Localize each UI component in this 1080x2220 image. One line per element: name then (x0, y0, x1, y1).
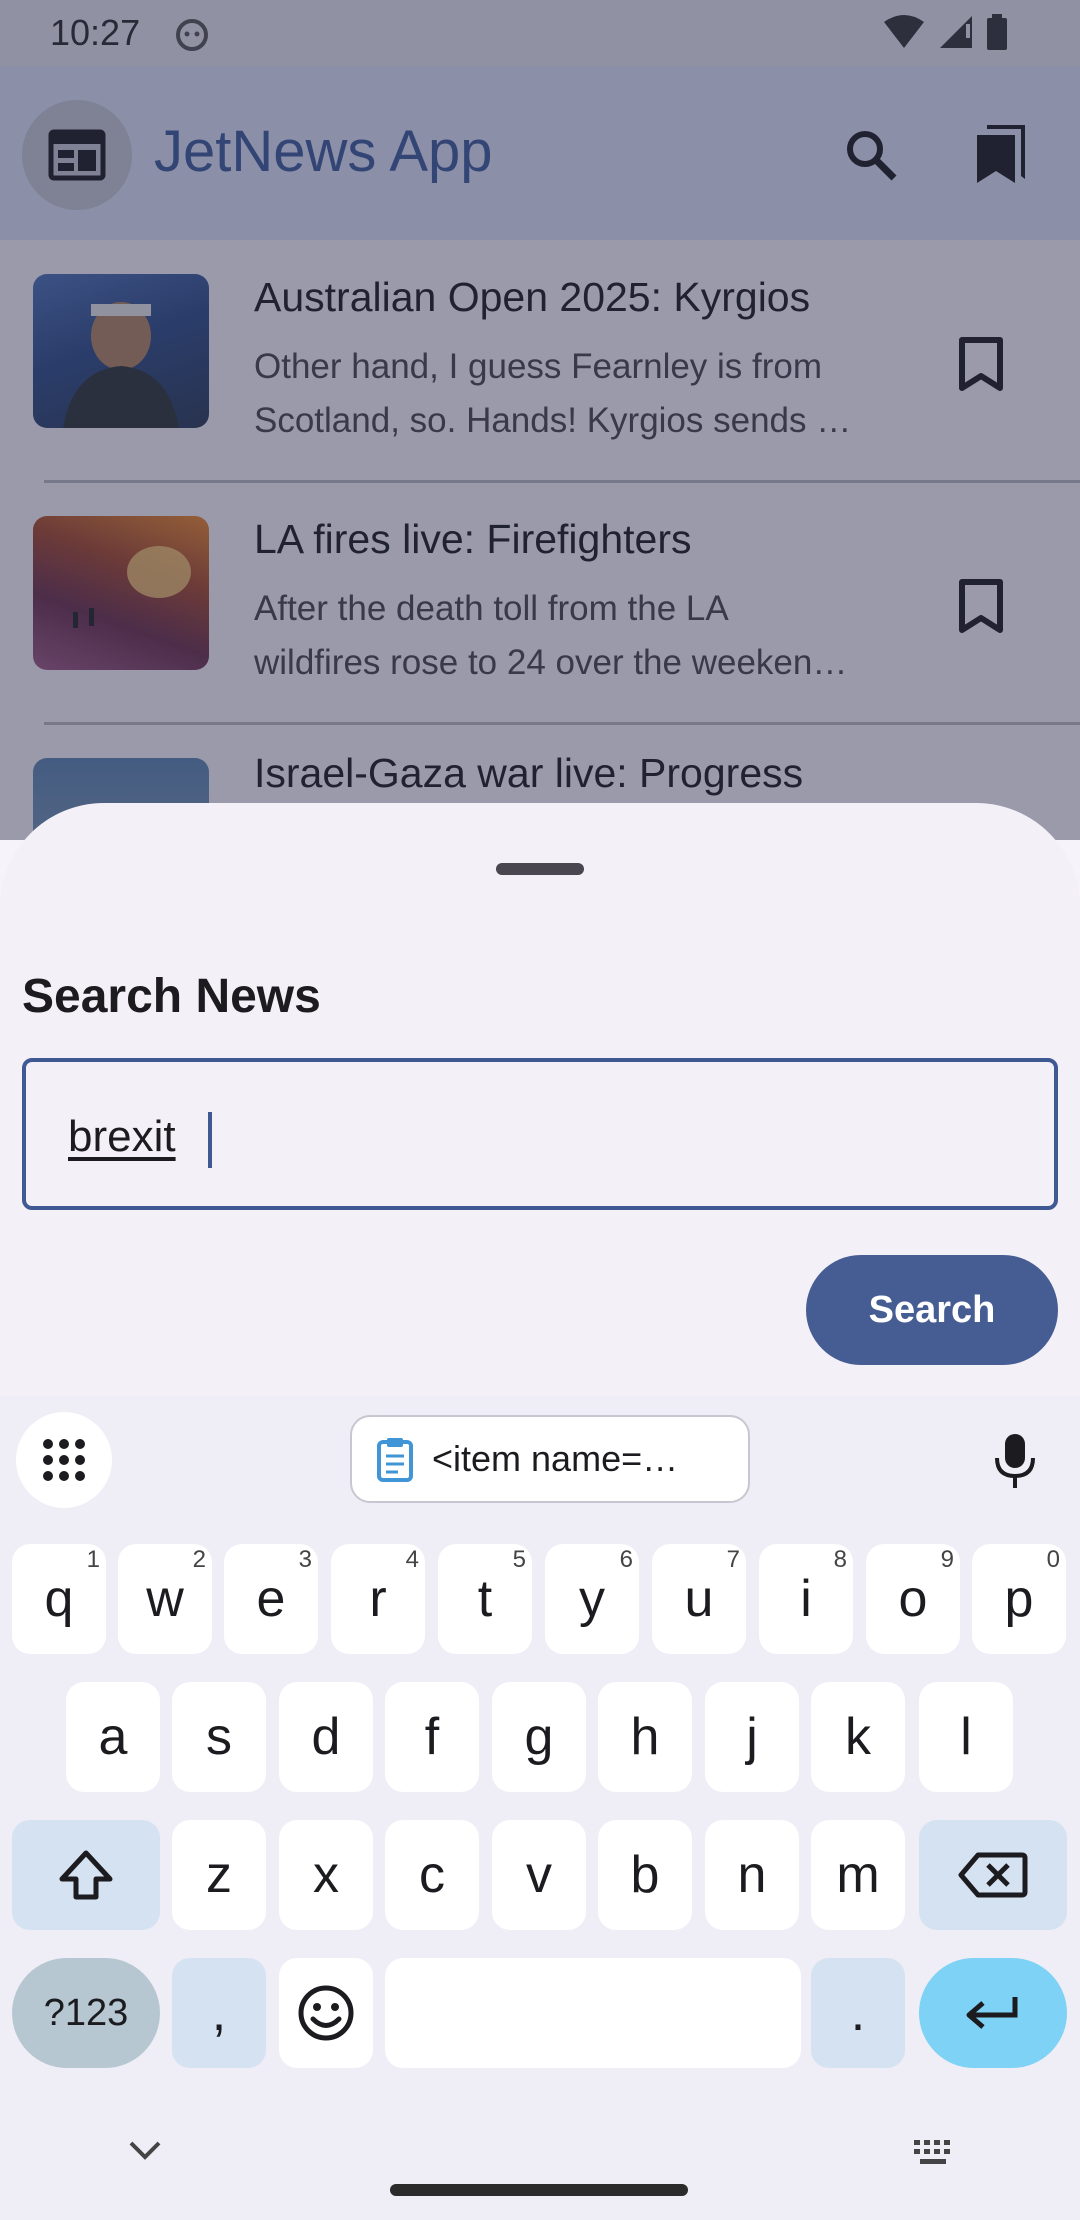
sheet-heading: Search News (22, 970, 321, 1023)
gesture-bar[interactable] (390, 2184, 688, 2196)
modal-scrim[interactable] (0, 0, 1080, 840)
key-s[interactable]: s (172, 1682, 266, 1792)
key-label: t (477, 1570, 493, 1628)
key-k[interactable]: k (811, 1682, 905, 1792)
key-z[interactable]: z (172, 1820, 266, 1930)
key-label: u (684, 1570, 714, 1628)
drag-handle[interactable] (496, 863, 584, 875)
period-key[interactable]: . (811, 1958, 905, 2068)
key-u[interactable]: u7 (652, 1544, 746, 1654)
enter-key[interactable] (919, 1958, 1067, 2068)
apps-grid-icon[interactable] (16, 1412, 112, 1508)
symbols-key[interactable]: ?123 (12, 1958, 160, 2068)
key-hint: 6 (619, 1546, 633, 1573)
comma-key[interactable]: , (172, 1958, 266, 2068)
key-m[interactable]: m (811, 1820, 905, 1930)
key-label: i (800, 1570, 812, 1628)
key-j[interactable]: j (705, 1682, 799, 1792)
key-hint: 2 (192, 1546, 206, 1573)
clipboard-suggestion[interactable]: <item name=… (350, 1415, 750, 1503)
search-input-value: brexit (68, 1112, 176, 1161)
key-v[interactable]: v (492, 1820, 586, 1930)
key-hint: 1 (86, 1546, 100, 1573)
key-g[interactable]: g (492, 1682, 586, 1792)
shift-key[interactable] (12, 1820, 160, 1930)
key-hint: 4 (405, 1546, 419, 1573)
clipboard-text: <item name=… (432, 1438, 679, 1479)
key-e[interactable]: e3 (224, 1544, 318, 1654)
text-cursor (208, 1112, 212, 1168)
key-label: o (898, 1570, 928, 1628)
key-label: q (44, 1570, 74, 1628)
key-hint: 3 (298, 1546, 312, 1573)
backspace-icon (958, 1852, 1028, 1898)
spacebar[interactable] (385, 1958, 801, 2068)
key-b[interactable]: b (598, 1820, 692, 1930)
chevron-down-icon[interactable] (128, 2140, 162, 2162)
key-label: w (146, 1570, 184, 1628)
key-hint: 0 (1046, 1546, 1060, 1573)
key-hint: 8 (833, 1546, 847, 1573)
key-w[interactable]: w2 (118, 1544, 212, 1654)
key-label: r (369, 1570, 387, 1628)
key-h[interactable]: h (598, 1682, 692, 1792)
keyboard-switch-icon[interactable] (912, 2138, 958, 2168)
key-p[interactable]: p0 (972, 1544, 1066, 1654)
key-o[interactable]: o9 (866, 1544, 960, 1654)
key-n[interactable]: n (705, 1820, 799, 1930)
key-x[interactable]: x (279, 1820, 373, 1930)
key-r[interactable]: r4 (331, 1544, 425, 1654)
key-d[interactable]: d (279, 1682, 373, 1792)
enter-icon (966, 1997, 1018, 2029)
key-l[interactable]: l (919, 1682, 1013, 1792)
key-label: p (1004, 1570, 1034, 1628)
key-f[interactable]: f (385, 1682, 479, 1792)
emoji-icon (298, 1985, 354, 2041)
key-t[interactable]: t5 (438, 1544, 532, 1654)
shift-icon (59, 1850, 113, 1900)
key-a[interactable]: a (66, 1682, 160, 1792)
clipboard-icon (377, 1438, 413, 1482)
key-i[interactable]: i8 (759, 1544, 853, 1654)
key-c[interactable]: c (385, 1820, 479, 1930)
backspace-key[interactable] (919, 1820, 1067, 1930)
search-button[interactable]: Search (806, 1255, 1058, 1365)
key-label: y (579, 1570, 605, 1628)
soft-keyboard: <item name=… q1 w2 e3 r4 t5 y6 u7 i8 o9 … (0, 1396, 1080, 2220)
search-input[interactable]: brexit (22, 1058, 1058, 1210)
key-label: e (256, 1570, 286, 1628)
emoji-key[interactable] (279, 1958, 373, 2068)
microphone-icon[interactable] (990, 1428, 1040, 1494)
key-hint: 9 (940, 1546, 954, 1573)
key-hint: 7 (726, 1546, 740, 1573)
key-q[interactable]: q1 (12, 1544, 106, 1654)
key-y[interactable]: y6 (545, 1544, 639, 1654)
key-hint: 5 (512, 1546, 526, 1573)
